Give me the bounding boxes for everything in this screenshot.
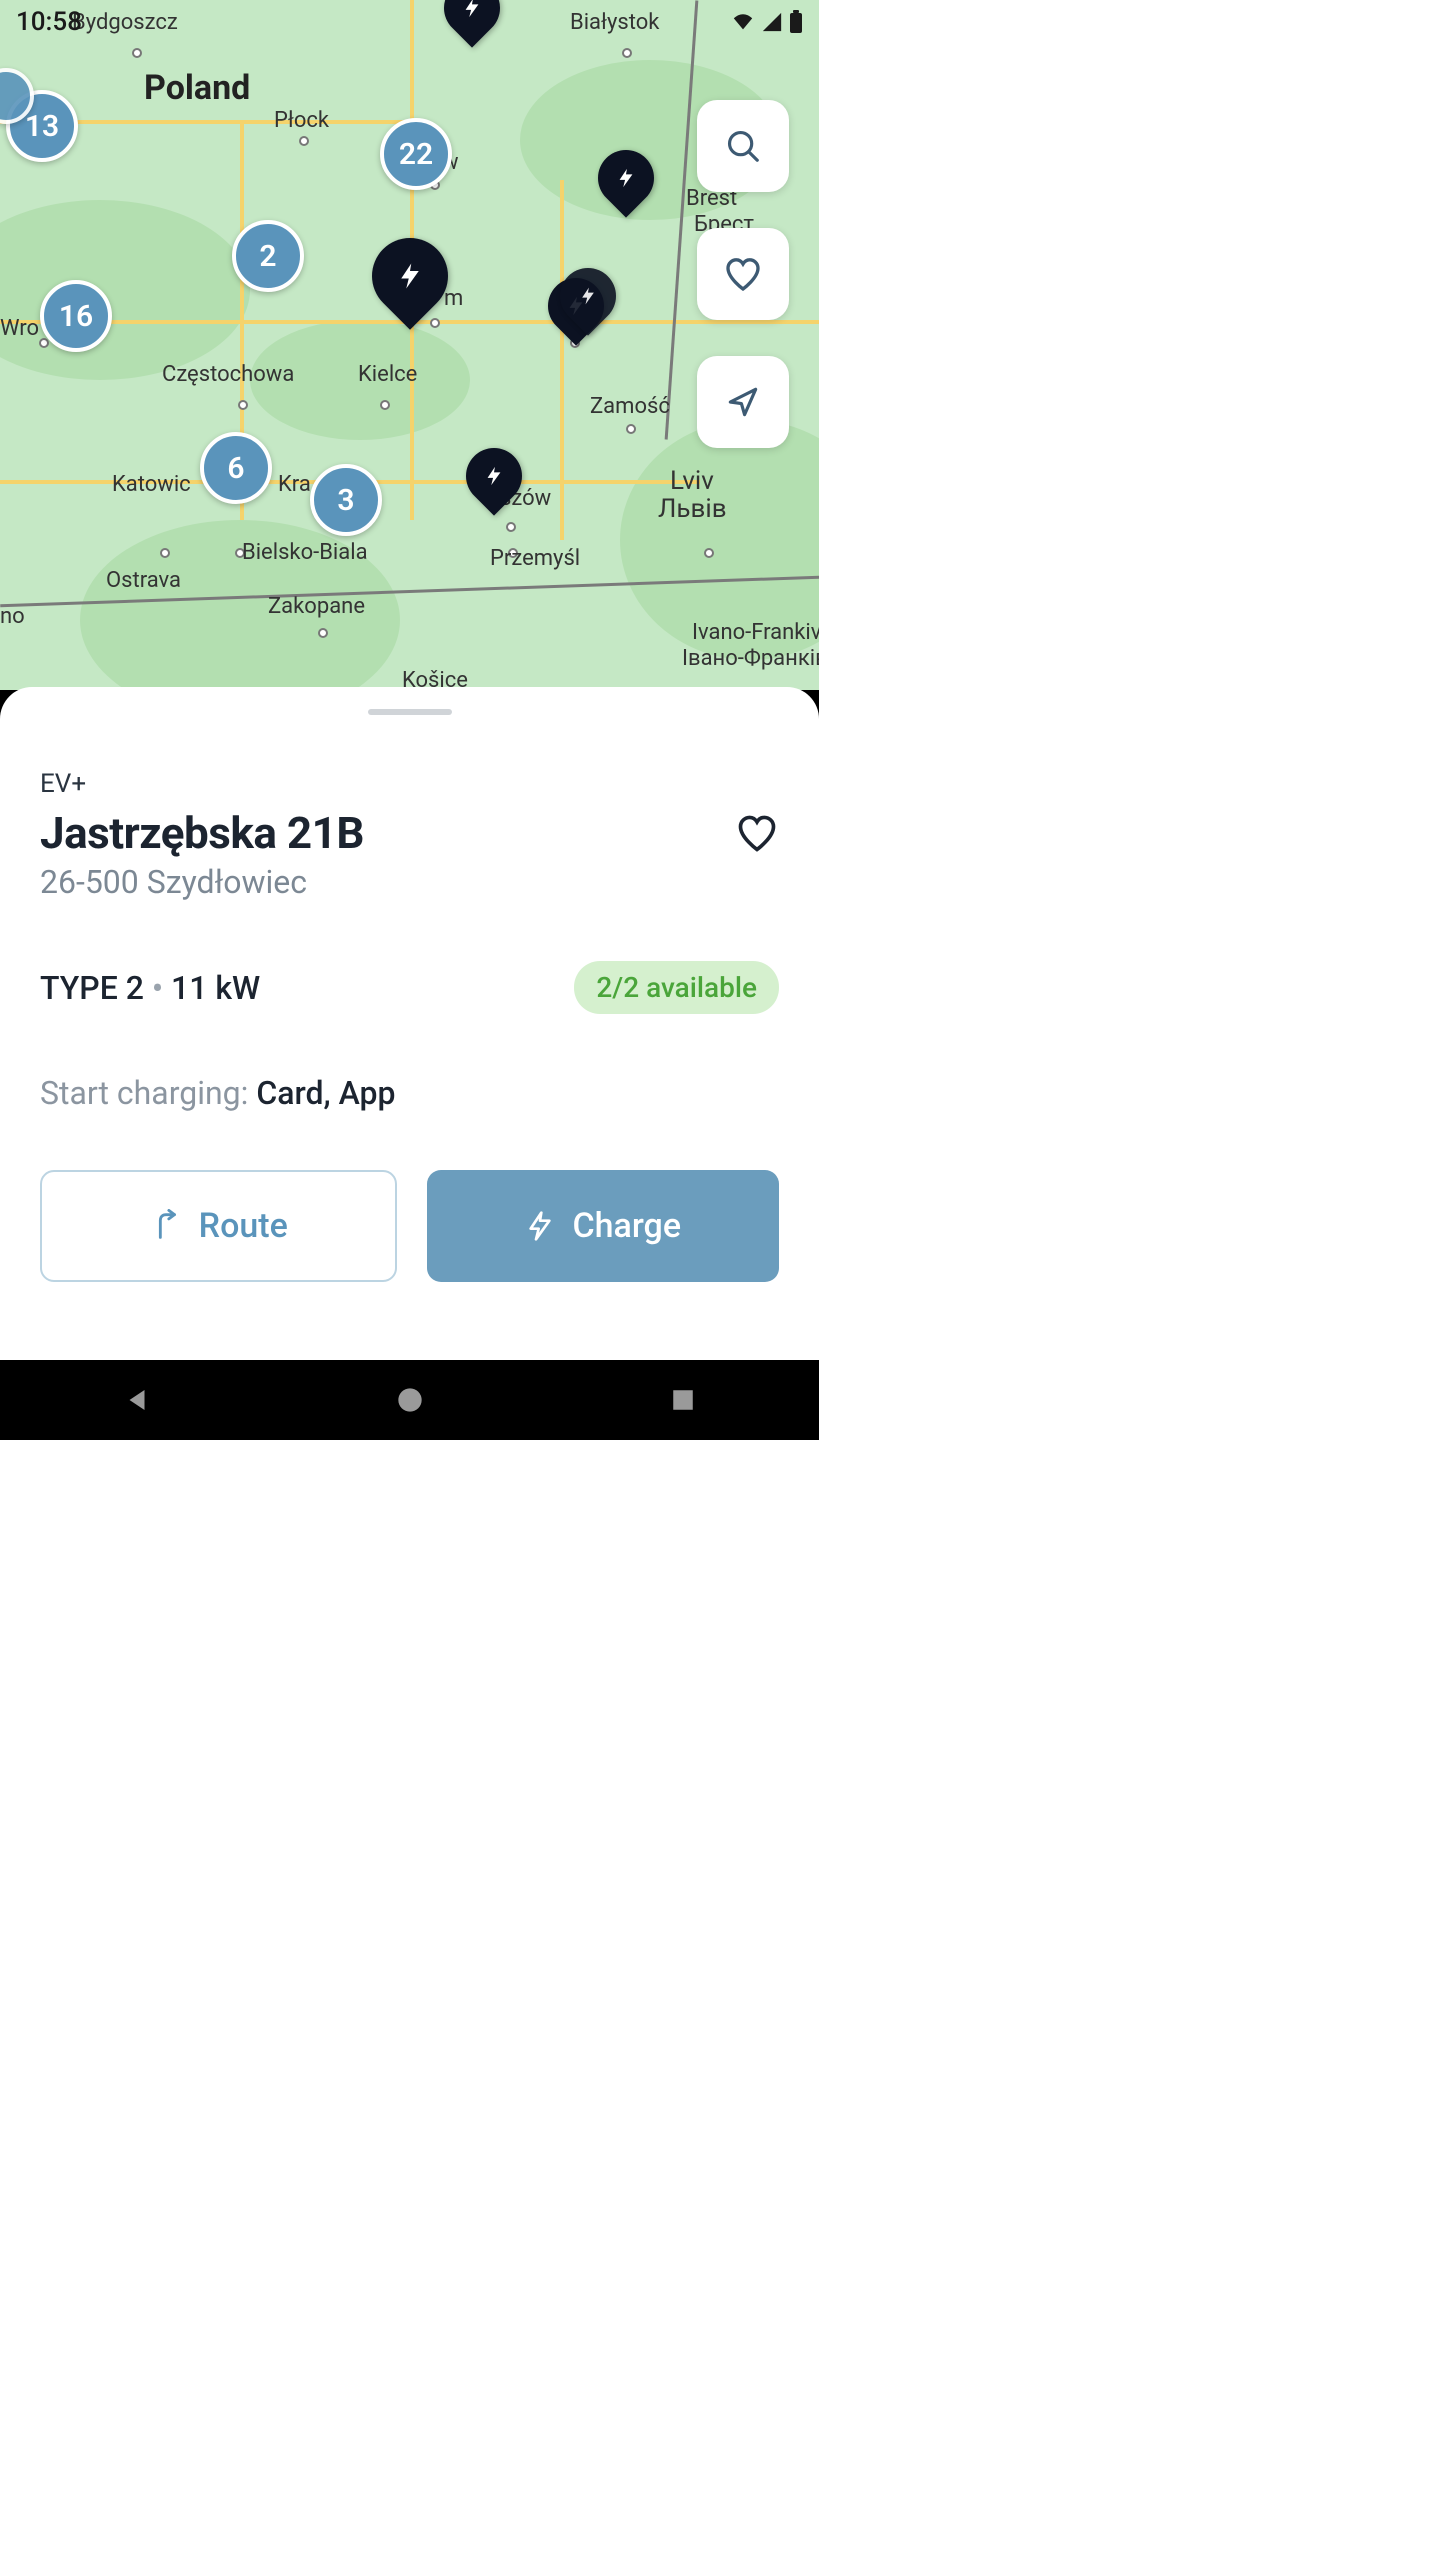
map-cluster-6[interactable]: 6 [200, 432, 272, 504]
map-locate-button[interactable] [697, 356, 789, 448]
signal-icon [761, 11, 783, 33]
android-navbar [0, 1360, 819, 1440]
status-bar: 10:58 [0, 4, 819, 40]
map-station-pin-selected[interactable] [356, 222, 463, 329]
map-search-button[interactable] [697, 100, 789, 192]
city-m: m [444, 286, 463, 311]
wifi-icon [731, 11, 755, 33]
map-cluster-22[interactable]: 22 [380, 118, 452, 190]
heart-icon [723, 254, 763, 294]
sheet-grabber[interactable] [368, 709, 452, 715]
map-cluster-16[interactable]: 16 [40, 280, 112, 352]
triangle-back-icon [122, 1385, 152, 1415]
map[interactable]: Poland Bydgoszcz Białystok Płock Brest Б… [0, 0, 819, 690]
city-plock: Płock [274, 108, 329, 133]
circle-home-icon [396, 1386, 424, 1414]
map-favorites-button[interactable] [697, 228, 789, 320]
provider-label: EV+ [40, 769, 779, 799]
charge-button[interactable]: Charge [427, 1170, 780, 1282]
city-ivano: Ivano-Frankiv [692, 620, 819, 645]
battery-icon [789, 10, 803, 34]
city-ivano-cyr: Івано-Франків [682, 646, 819, 671]
nav-home-button[interactable] [390, 1380, 430, 1420]
favorite-button[interactable] [735, 807, 779, 859]
status-time: 10:58 [16, 7, 82, 37]
city-katowice: Katowic [112, 472, 191, 497]
route-icon [149, 1209, 183, 1243]
availability-badge: 2/2 available [574, 961, 779, 1014]
city-kielce: Kielce [358, 362, 417, 387]
heart-icon [735, 811, 779, 855]
bolt-icon [524, 1210, 556, 1242]
route-button[interactable]: Route [40, 1170, 397, 1282]
city-bielsko: Bielsko-Biala [242, 540, 368, 565]
city-czestochowa: Częstochowa [162, 362, 294, 387]
map-cluster-2[interactable]: 2 [232, 220, 304, 292]
city-no: no [0, 604, 25, 629]
city-wro: Wro [0, 316, 39, 341]
nav-back-button[interactable] [117, 1380, 157, 1420]
city-lviv: Lviv [670, 466, 714, 496]
search-icon [724, 127, 762, 165]
station-title: Jastrzębska 21B [40, 807, 364, 859]
city-krakow: Kra [278, 472, 311, 497]
city-zakopane: Zakopane [268, 594, 365, 619]
country-label: Poland [144, 68, 250, 108]
city-przemysl: Przemyśl [490, 546, 580, 571]
city-lviv-cyr: Львів [658, 494, 727, 524]
station-address: 26-500 Szydłowiec [40, 863, 364, 901]
map-cluster-3[interactable]: 3 [310, 464, 382, 536]
location-arrow-icon [724, 383, 762, 421]
city-ostrava: Ostrava [106, 568, 181, 593]
nav-recents-button[interactable] [663, 1380, 703, 1420]
city-zamosc: Zamość [590, 394, 670, 419]
connector-spec: TYPE 2 • 11 kW [40, 969, 260, 1007]
start-charging-info: Start charging: Card, App [40, 1074, 779, 1112]
station-sheet: EV+ Jastrzębska 21B 26-500 Szydłowiec TY… [0, 687, 819, 1360]
square-recents-icon [670, 1387, 696, 1413]
